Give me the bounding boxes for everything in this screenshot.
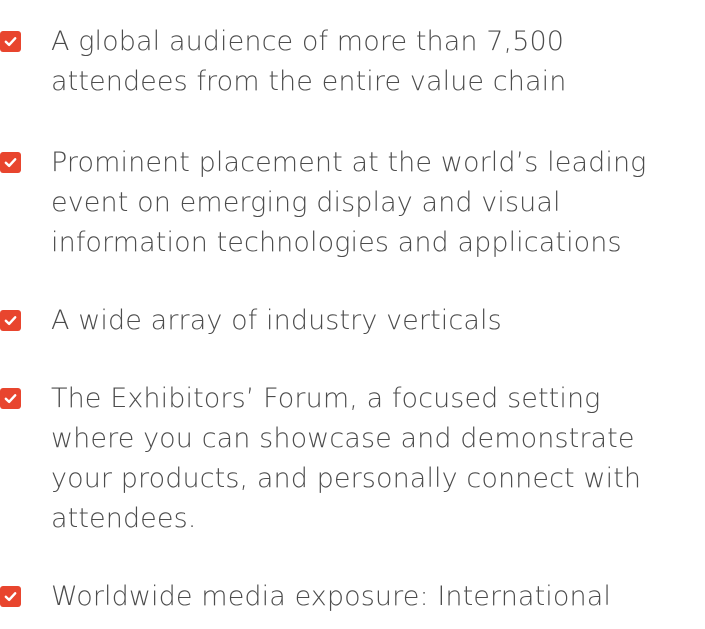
benefit-line: your products, and personally connect wi… xyxy=(51,463,642,494)
benefits-list: A global audience of more than 7,500 att… xyxy=(0,0,705,629)
benefit-text: Prominent placement at the world’s leadi… xyxy=(51,143,705,263)
benefit-line: A wide array of industry verticals xyxy=(51,305,502,336)
benefit-line: A global audience of more than 7,500 xyxy=(51,26,565,57)
checkmark-icon xyxy=(0,31,21,52)
benefit-text: Worldwide media exposure: International xyxy=(51,577,705,617)
benefit-line: event on emerging display and visual xyxy=(51,187,561,218)
benefit-text: A wide array of industry verticals xyxy=(51,301,705,341)
benefit-line: attendees from the entire value chain xyxy=(51,66,567,97)
benefit-line: Worldwide media exposure: International xyxy=(51,581,611,612)
benefit-line: The Exhibitors’ Forum, a focused setting xyxy=(51,383,601,414)
checkmark-icon xyxy=(0,310,21,331)
checkmark-icon xyxy=(0,152,21,173)
checkmark-icon xyxy=(0,388,21,409)
benefit-text: A global audience of more than 7,500 att… xyxy=(51,22,705,102)
benefit-line: attendees. xyxy=(51,503,197,534)
benefit-line: information technologies and application… xyxy=(51,227,622,258)
checkmark-icon xyxy=(0,586,21,607)
benefit-text: The Exhibitors’ Forum, a focused setting… xyxy=(51,379,705,539)
benefit-line: where you can showcase and demonstrate xyxy=(51,423,635,454)
benefit-line: Prominent placement at the world’s leadi… xyxy=(51,147,647,178)
